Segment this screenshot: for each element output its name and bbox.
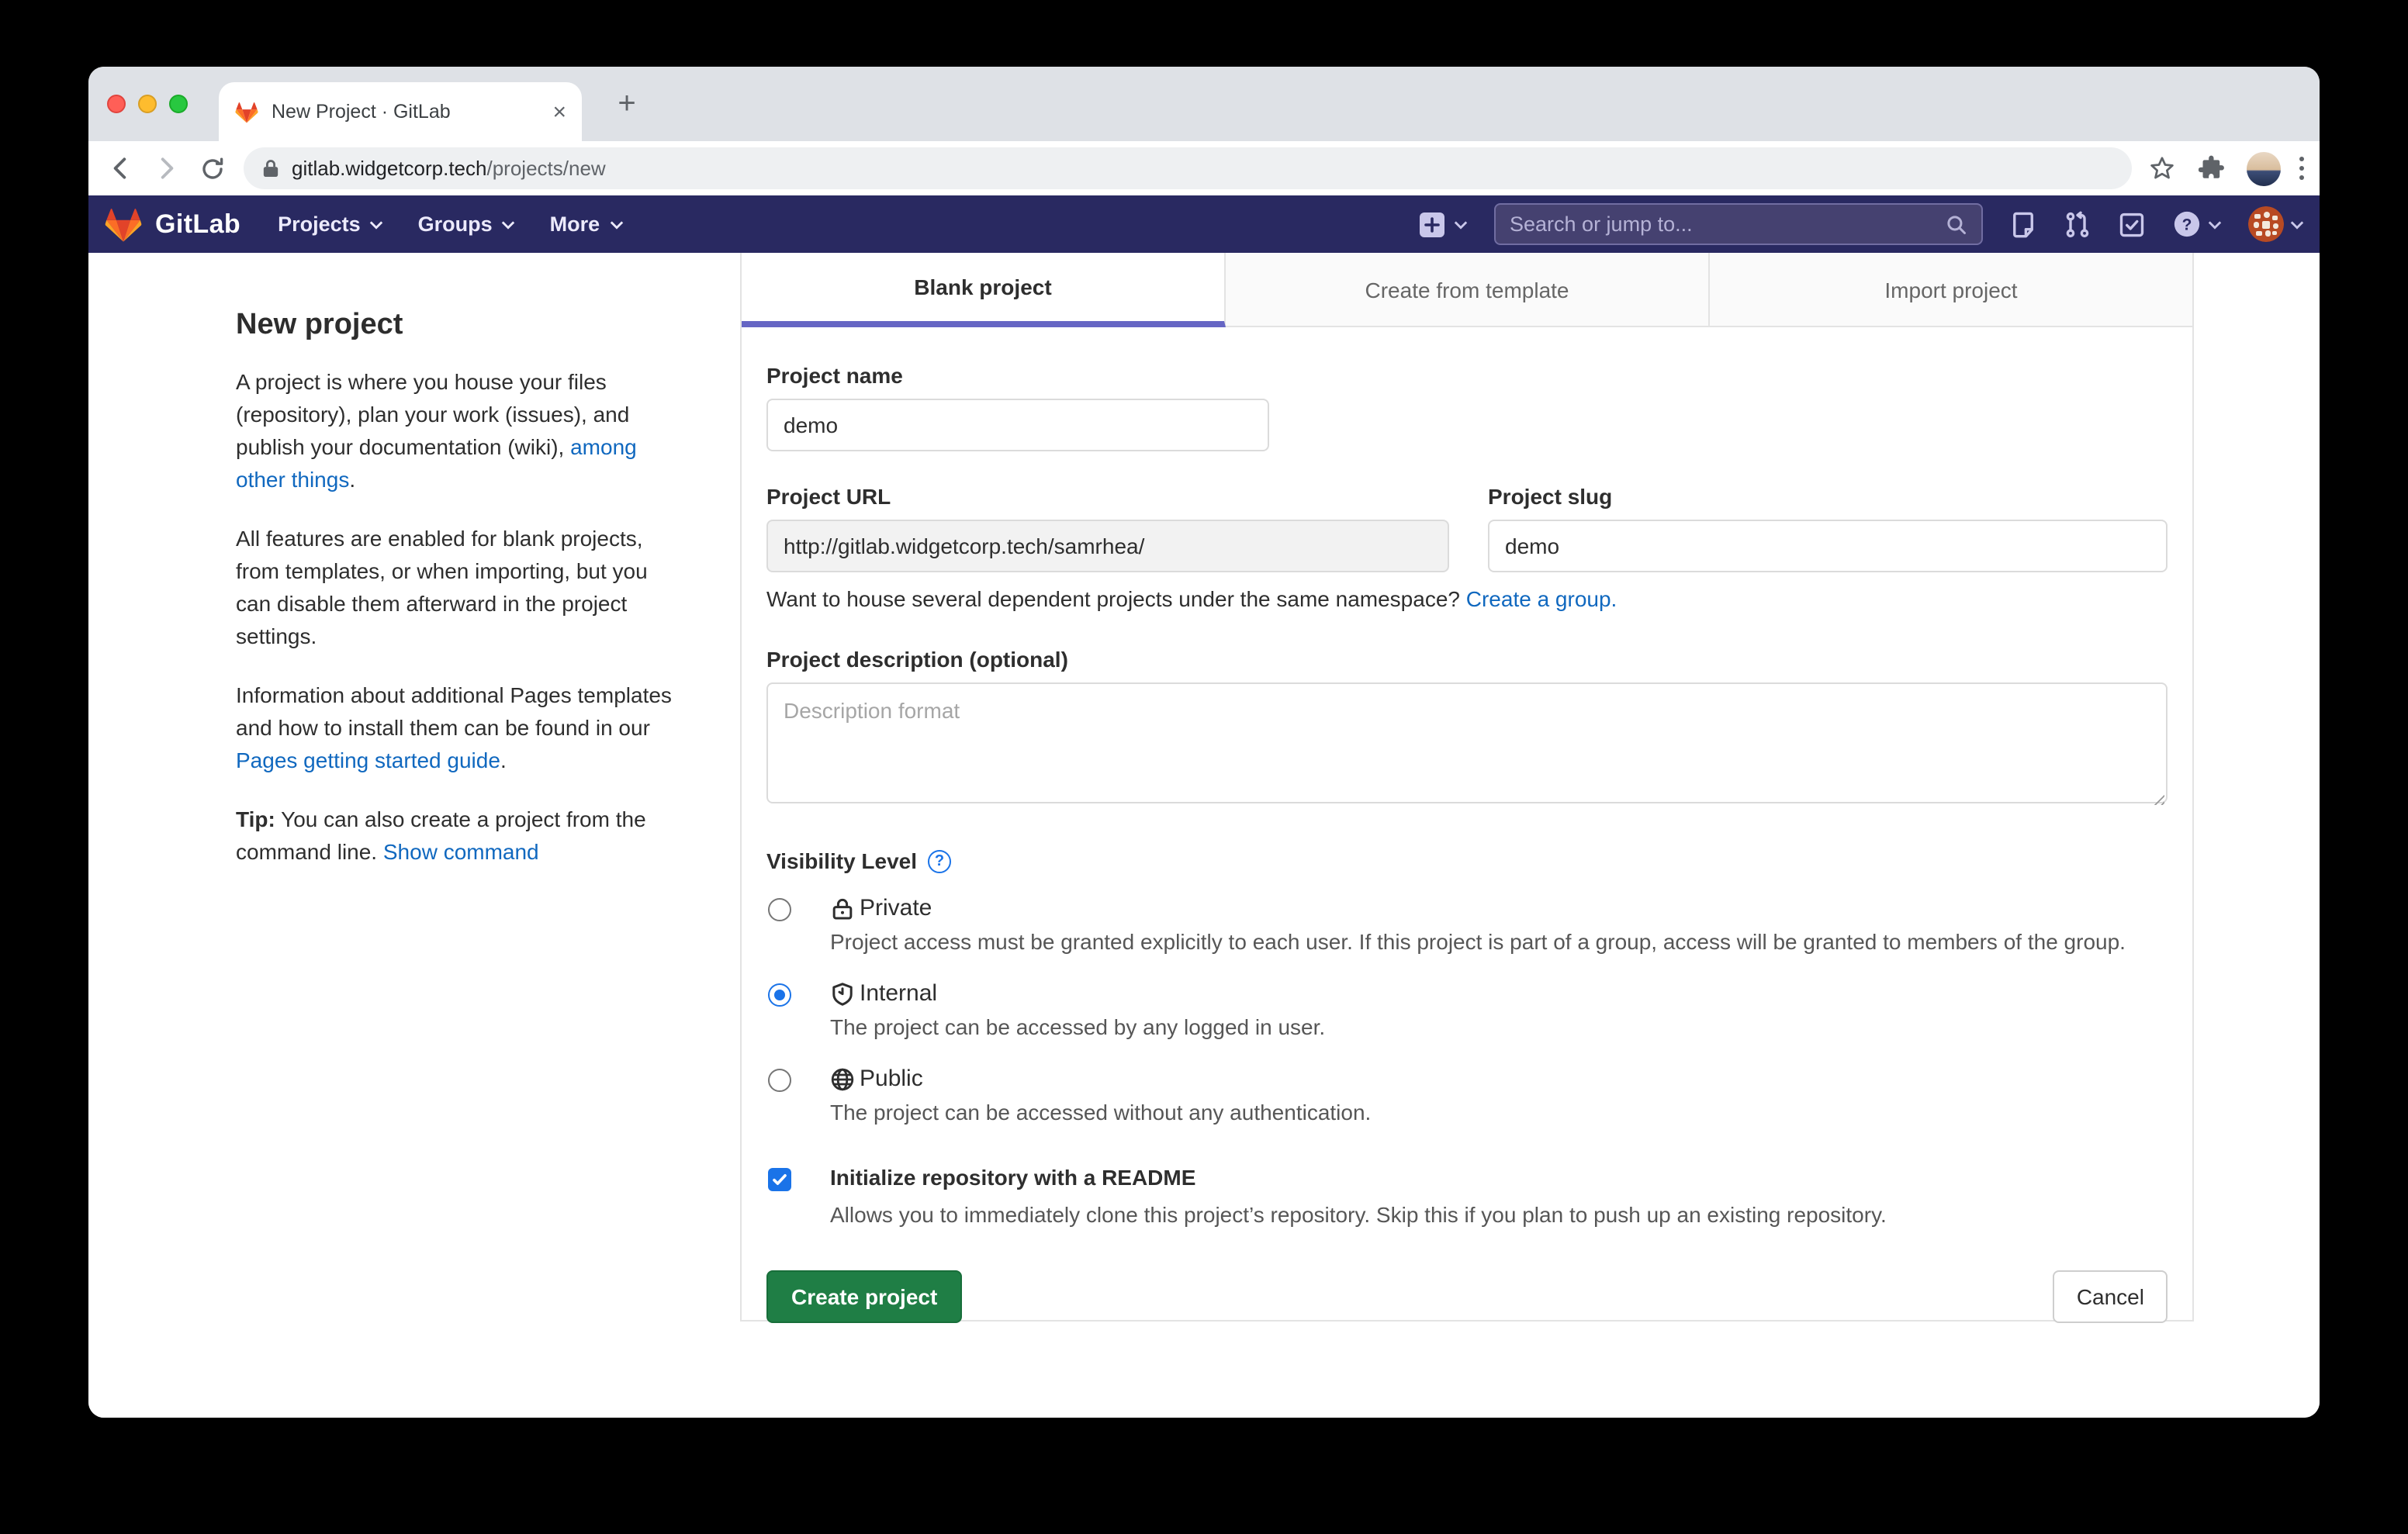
gitlab-tanuki-icon xyxy=(104,206,143,243)
zoom-window-button[interactable] xyxy=(169,95,188,113)
search-icon xyxy=(1946,213,1967,235)
sidebar-tip: Tip: You can also create a project from … xyxy=(236,803,673,869)
tab-close-icon[interactable]: × xyxy=(552,100,566,123)
cancel-button[interactable]: Cancel xyxy=(2053,1270,2168,1323)
visibility-option-description: Project access must be granted explicitl… xyxy=(830,926,2168,959)
visibility-option-description: The project can be accessed without any … xyxy=(830,1097,2168,1129)
global-search[interactable] xyxy=(1494,203,1983,245)
visibility-level-label: Visibility Level xyxy=(766,848,917,873)
project-type-tabs: Blank project Create from template Impor… xyxy=(742,253,2192,327)
shield-icon xyxy=(830,981,855,1006)
chevron-down-icon xyxy=(609,219,623,229)
visibility-option-description: The project can be accessed by any logge… xyxy=(830,1011,2168,1044)
blank-project-form: Project name Project URL Project slug Wa… xyxy=(742,327,2192,1323)
readme-label: Initialize repository with a README xyxy=(830,1165,2168,1190)
todos-icon[interactable] xyxy=(2118,210,2146,238)
page-title: New project xyxy=(236,309,673,343)
radio-public[interactable] xyxy=(768,1069,791,1092)
chevron-down-icon xyxy=(502,219,516,229)
pages-guide-link[interactable]: Pages getting started guide xyxy=(236,748,500,772)
radio-private[interactable] xyxy=(768,898,791,921)
search-input[interactable] xyxy=(1510,212,1946,236)
new-tab-button[interactable]: + xyxy=(610,88,644,123)
close-window-button[interactable] xyxy=(107,95,126,113)
globe-icon xyxy=(830,1066,855,1091)
readme-checkbox[interactable] xyxy=(768,1168,791,1191)
visibility-option-public[interactable]: Public The project can be accessed witho… xyxy=(766,1066,2168,1129)
show-command-link[interactable]: Show command xyxy=(383,839,539,864)
page-content: New project A project is where you house… xyxy=(88,253,2320,1418)
traffic-lights xyxy=(107,95,188,113)
chevron-down-icon xyxy=(2290,219,2304,229)
browser-menu-icon[interactable] xyxy=(2299,157,2304,181)
project-slug-label: Project slug xyxy=(1488,484,2168,509)
visibility-option-label: Private xyxy=(860,895,932,921)
tab-blank-project[interactable]: Blank project xyxy=(742,253,1226,327)
namespace-hint: Want to house several dependent projects… xyxy=(766,586,2168,611)
forward-button[interactable] xyxy=(150,153,182,184)
merge-requests-icon[interactable] xyxy=(2064,210,2091,238)
nav-menu-projects[interactable]: Projects xyxy=(278,212,384,236)
url-path: /projects/new xyxy=(487,157,606,180)
nav-menu-groups[interactable]: Groups xyxy=(418,212,516,236)
project-slug-input[interactable] xyxy=(1488,520,2168,572)
chevron-down-icon xyxy=(2208,219,2222,229)
tab-import-project[interactable]: Import project xyxy=(1710,253,2192,327)
browser-profile-avatar[interactable] xyxy=(2246,151,2280,185)
project-url-input[interactable] xyxy=(766,520,1449,572)
sidebar-paragraph: A project is where you house your files … xyxy=(236,366,673,496)
project-name-label: Project name xyxy=(766,363,2168,388)
issues-icon[interactable] xyxy=(2009,210,2037,238)
url-bar[interactable]: gitlab.widgetcorp.tech/projects/new xyxy=(244,147,2131,189)
tab-create-from-template[interactable]: Create from template xyxy=(1226,253,1710,327)
help-icon: ? xyxy=(2172,209,2202,239)
reload-button[interactable] xyxy=(197,153,228,184)
visibility-option-label: Public xyxy=(860,1066,923,1092)
project-description-textarea[interactable] xyxy=(766,682,2168,803)
readme-description: Allows you to immediately clone this pro… xyxy=(805,1199,2168,1232)
new-menu-button[interactable] xyxy=(1417,209,1468,240)
new-project-panel: Blank project Create from template Impor… xyxy=(740,253,2194,1322)
visibility-option-label: Internal xyxy=(860,980,937,1007)
create-group-link[interactable]: Create a group. xyxy=(1466,586,1617,611)
create-project-button[interactable]: Create project xyxy=(766,1270,962,1323)
browser-tab[interactable]: New Project · GitLab × xyxy=(219,82,582,141)
visibility-option-private[interactable]: Private Project access must be granted e… xyxy=(766,895,2168,959)
url-text: gitlab.widgetcorp.tech/projects/new xyxy=(292,157,606,180)
gitlab-logo[interactable]: GitLab xyxy=(104,206,240,243)
check-icon xyxy=(771,1171,788,1188)
browser-tab-strip: New Project · GitLab × + xyxy=(88,67,2320,141)
gitlab-navbar: GitLab Projects Groups More xyxy=(88,195,2320,253)
sidebar-paragraph: Information about additional Pages templ… xyxy=(236,679,673,777)
minimize-window-button[interactable] xyxy=(138,95,157,113)
svg-text:?: ? xyxy=(2182,216,2192,234)
visibility-option-internal[interactable]: Internal The project can be accessed by … xyxy=(766,980,2168,1044)
back-button[interactable] xyxy=(104,153,135,184)
user-avatar xyxy=(2248,206,2284,242)
project-url-label: Project URL xyxy=(766,484,1449,509)
user-menu[interactable] xyxy=(2248,206,2304,242)
lock-icon xyxy=(262,158,279,178)
bookmark-star-icon[interactable] xyxy=(2147,153,2178,184)
gitlab-wordmark: GitLab xyxy=(155,209,240,240)
plus-square-icon xyxy=(1417,209,1448,240)
initialize-readme-option[interactable]: Initialize repository with a README Allo… xyxy=(766,1165,2168,1232)
help-menu[interactable]: ? xyxy=(2172,209,2222,239)
nav-menu-more[interactable]: More xyxy=(550,212,624,236)
browser-window: New Project · GitLab × + gitlab.widgetco… xyxy=(88,67,2320,1418)
chevron-down-icon xyxy=(370,219,384,229)
browser-toolbar: gitlab.widgetcorp.tech/projects/new xyxy=(88,141,2320,195)
visibility-help-icon[interactable]: ? xyxy=(928,849,951,872)
url-domain: gitlab.widgetcorp.tech xyxy=(292,157,487,180)
gitlab-favicon-icon xyxy=(234,100,259,123)
radio-internal[interactable] xyxy=(768,983,791,1007)
sidebar-help-column: New project A project is where you house… xyxy=(236,309,673,895)
extensions-puzzle-icon[interactable] xyxy=(2196,153,2227,184)
project-name-input[interactable] xyxy=(766,399,1269,451)
sidebar-paragraph: All features are enabled for blank proje… xyxy=(236,523,673,653)
project-description-label: Project description (optional) xyxy=(766,647,2168,672)
chevron-down-icon xyxy=(1454,219,1468,229)
tab-title: New Project · GitLab xyxy=(272,101,540,123)
lock-icon xyxy=(830,896,855,921)
